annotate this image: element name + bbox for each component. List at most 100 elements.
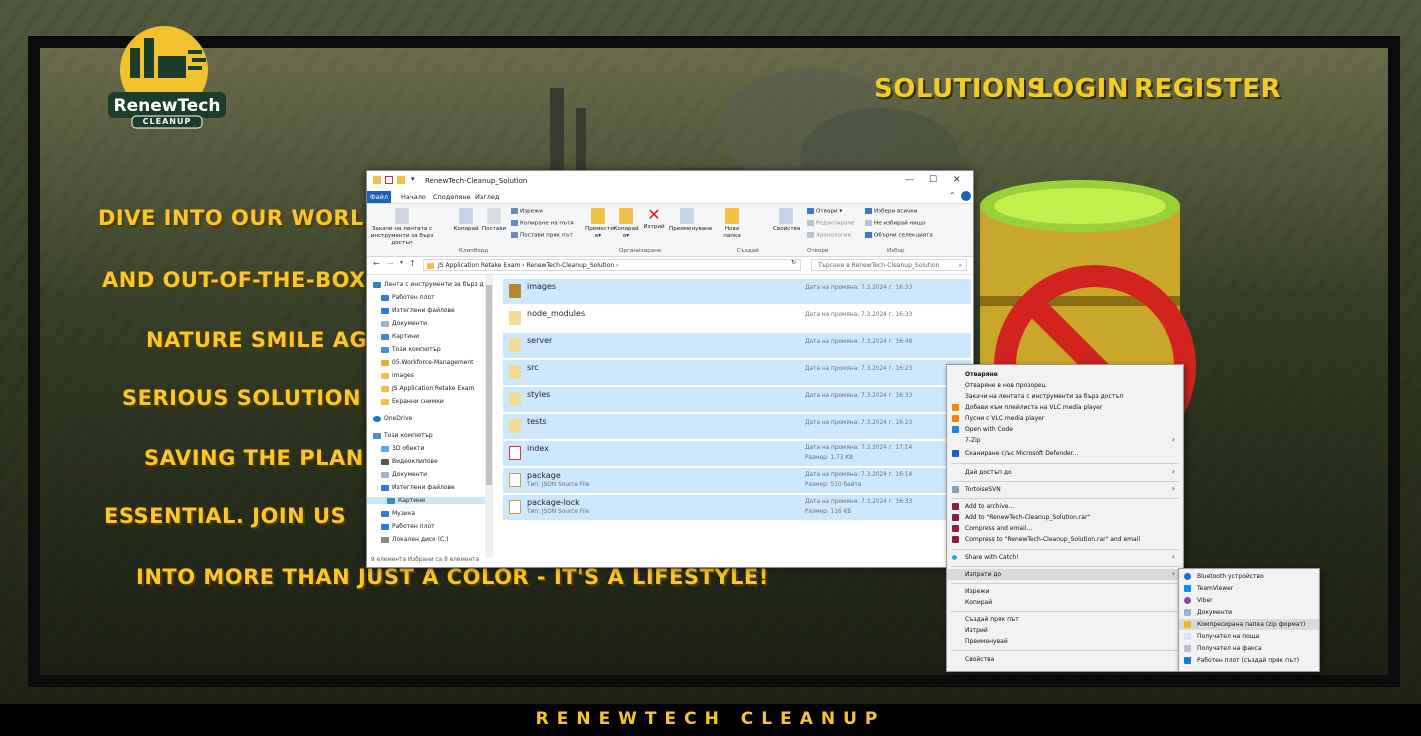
file-row[interactable]: package-lock Тип: JSON Source File Дата на…: [503, 495, 971, 520]
collapse-ribbon-icon[interactable]: ⌃: [949, 191, 956, 200]
menu-item-vlc-add[interactable]: Добави към плейлиста на VLC media player: [947, 402, 1183, 413]
maximize-icon[interactable]: ☐: [929, 175, 937, 185]
customize-arrow-icon[interactable]: ▾: [411, 175, 415, 183]
paste-shortcut-button[interactable]: Постави пряк път: [511, 232, 573, 239]
nav-item[interactable]: OneDrive: [373, 415, 412, 422]
properties-button[interactable]: Свойства: [773, 208, 800, 233]
submenu-item-zip[interactable]: Компресирана папка (zip формат): [1179, 619, 1319, 630]
submenu-item-desktop[interactable]: Работен плот (създай пряк път): [1179, 655, 1319, 666]
copy-button[interactable]: Копирай: [453, 208, 479, 233]
nav-item[interactable]: Лента с инструменти за бърз д: [373, 281, 484, 288]
close-icon[interactable]: ✕: [953, 175, 961, 185]
nav-item[interactable]: Документи: [381, 320, 427, 327]
menu-item-properties[interactable]: Свойства: [947, 654, 1183, 665]
address-bar[interactable]: JS Application Retake Exam › RenewTech-C…: [423, 259, 801, 271]
menu-item-pin-quick-access[interactable]: Закачи на лентата с инструменти за бърз …: [947, 391, 1183, 402]
tab-file[interactable]: Файл: [367, 191, 391, 203]
menu-item-send-to[interactable]: Изпрати до ›: [947, 569, 1183, 580]
minimize-icon[interactable]: —: [905, 175, 914, 185]
title-bar[interactable]: ▾ RenewTech-Cleanup_Solution — ☐ ✕: [367, 171, 973, 191]
menu-item-compress-email[interactable]: Compress and email...: [947, 523, 1183, 534]
nav-item-selected[interactable]: Картини: [367, 497, 485, 504]
pin-quick-access-button[interactable]: Закачи на лентата с инструменти за бърз …: [369, 208, 435, 247]
menu-item-tortoisesvn[interactable]: TortoiseSVN ›: [947, 484, 1183, 495]
nav-item[interactable]: Изтеглени файлове: [381, 307, 455, 314]
search-input[interactable]: Търсене в RenewTech-Cleanup_Solution ⌕: [811, 259, 967, 271]
menu-item-copy[interactable]: Копирай: [947, 597, 1183, 608]
file-row[interactable]: styles Дата на промяна: 7.3.2024 г. 16:33: [503, 387, 971, 412]
menu-item-share-catch[interactable]: Share with Catch! ›: [947, 552, 1183, 563]
menu-item-7zip[interactable]: 7-Zip ›: [947, 435, 1183, 446]
nav-item[interactable]: Видеоклипове: [381, 458, 438, 465]
edit-button[interactable]: Редактиране: [807, 220, 854, 227]
nav-item[interactable]: Този компютър: [373, 432, 433, 439]
move-to-button[interactable]: Премести в▾: [585, 208, 614, 240]
nav-item[interactable]: images: [381, 372, 414, 379]
nav-item[interactable]: 05.Workforce-Management: [381, 359, 474, 366]
menu-item-delete[interactable]: Изтрий: [947, 625, 1183, 636]
tab-share[interactable]: Споделяне: [433, 193, 471, 201]
file-row[interactable]: tests Дата на промяна: 7.3.2024 г. 16:23: [503, 414, 971, 439]
help-icon[interactable]: [961, 191, 971, 201]
nav-scrollbar[interactable]: [485, 275, 493, 557]
submenu-item-fax[interactable]: Получател на факса: [1179, 643, 1319, 654]
scrollbar-thumb[interactable]: [486, 285, 492, 485]
file-row[interactable]: src Дата на промяна: 7.3.2024 г. 16:23: [503, 360, 971, 385]
rename-button[interactable]: Преименуване: [669, 208, 712, 233]
submenu-item-teamviewer[interactable]: TeamViewer: [1179, 583, 1319, 594]
recent-locations-icon[interactable]: ▾: [400, 259, 403, 266]
nav-item[interactable]: Музика: [381, 510, 415, 517]
menu-item-open[interactable]: Отваряне: [947, 369, 1183, 380]
copy-to-button[interactable]: Копирай в▾: [613, 208, 639, 240]
menu-item-open-code[interactable]: Open with Code: [947, 424, 1183, 435]
delete-button[interactable]: ✕ Изтрий: [643, 206, 665, 231]
menu-item-vlc-play[interactable]: Пусни с VLC media player: [947, 413, 1183, 424]
invert-selection-button[interactable]: Обърни селекцията: [865, 232, 933, 239]
nav-item[interactable]: Работен плот: [381, 523, 435, 530]
nav-item[interactable]: Локален диск (C:): [381, 536, 449, 543]
open-button[interactable]: Отвори ▾: [807, 208, 842, 215]
menu-item-cut[interactable]: Изрежи: [947, 586, 1183, 597]
submenu-item-viber[interactable]: Viber: [1179, 595, 1319, 606]
submenu-item-documents[interactable]: Документи: [1179, 607, 1319, 618]
tab-home[interactable]: Начало: [401, 193, 426, 201]
cut-button[interactable]: Изрежи: [511, 208, 543, 215]
nav-item[interactable]: Екранни снимки: [381, 398, 444, 405]
menu-item-give-access[interactable]: Дай достъп до ›: [947, 467, 1183, 478]
file-row[interactable]: node_modules Дата на промяна: 7.3.2024 г.…: [503, 306, 971, 331]
nav-register[interactable]: REGISTER: [1134, 74, 1281, 104]
file-row[interactable]: package Тип: JSON Source File Дата на пром…: [503, 468, 971, 493]
menu-item-rename[interactable]: Преименувай: [947, 636, 1183, 647]
menu-item-add-archive[interactable]: Add to archive...: [947, 501, 1183, 512]
back-arrow-icon[interactable]: ←: [373, 259, 380, 268]
new-folder-button[interactable]: Нова папка: [719, 208, 745, 240]
menu-item-defender-scan[interactable]: Сканиране с/ъс Microsoft Defender...: [947, 448, 1183, 459]
file-explorer-window[interactable]: ▾ RenewTech-Cleanup_Solution — ☐ ✕ Файл …: [366, 170, 974, 568]
copy-path-button[interactable]: Копиране на пътя: [511, 220, 574, 227]
nav-item[interactable]: Картини: [381, 333, 419, 340]
menu-item-compress-rar-email[interactable]: Compress to "RenewTech-Cleanup_Solution.…: [947, 534, 1183, 545]
menu-item-create-shortcut[interactable]: Създай пряк път: [947, 614, 1183, 625]
up-arrow-icon[interactable]: ↑: [409, 259, 416, 268]
history-button[interactable]: Хронология: [807, 232, 851, 239]
submenu-item-mail[interactable]: Получател на поща: [1179, 631, 1319, 642]
quick-access-icon[interactable]: [385, 176, 393, 184]
nav-item[interactable]: Работен плот: [381, 294, 435, 301]
nav-item[interactable]: 3D обекти: [381, 445, 424, 452]
nav-item[interactable]: Този компютър: [381, 346, 441, 353]
new-folder-quick-icon[interactable]: [397, 176, 405, 184]
select-all-button[interactable]: Избери всички: [865, 208, 917, 215]
submenu-item-bluetooth[interactable]: Bluetooth устройство: [1179, 571, 1319, 582]
nav-item[interactable]: Документи: [381, 471, 427, 478]
paste-button[interactable]: Постави: [481, 208, 507, 233]
menu-item-add-rar[interactable]: Add to "RenewTech-Cleanup_Solution.rar": [947, 512, 1183, 523]
nav-item[interactable]: JS Application Retake Exam: [381, 385, 474, 392]
file-row[interactable]: server Дата на промяна: 7.3.2024 г. 16:48: [503, 333, 971, 358]
nav-login[interactable]: LOGIN: [1036, 74, 1129, 104]
nav-solutions[interactable]: SOLUTIONS: [874, 74, 1046, 104]
nav-item[interactable]: Изтеглени файлове: [381, 484, 455, 491]
menu-item-open-new-window[interactable]: Отваряне в нов прозорец: [947, 380, 1183, 391]
forward-arrow-icon[interactable]: →: [387, 259, 394, 268]
file-row[interactable]: index Дата на промяна: 7.3.2024 г. 17:14 Р…: [503, 441, 971, 466]
refresh-icon[interactable]: ↻: [791, 259, 796, 266]
